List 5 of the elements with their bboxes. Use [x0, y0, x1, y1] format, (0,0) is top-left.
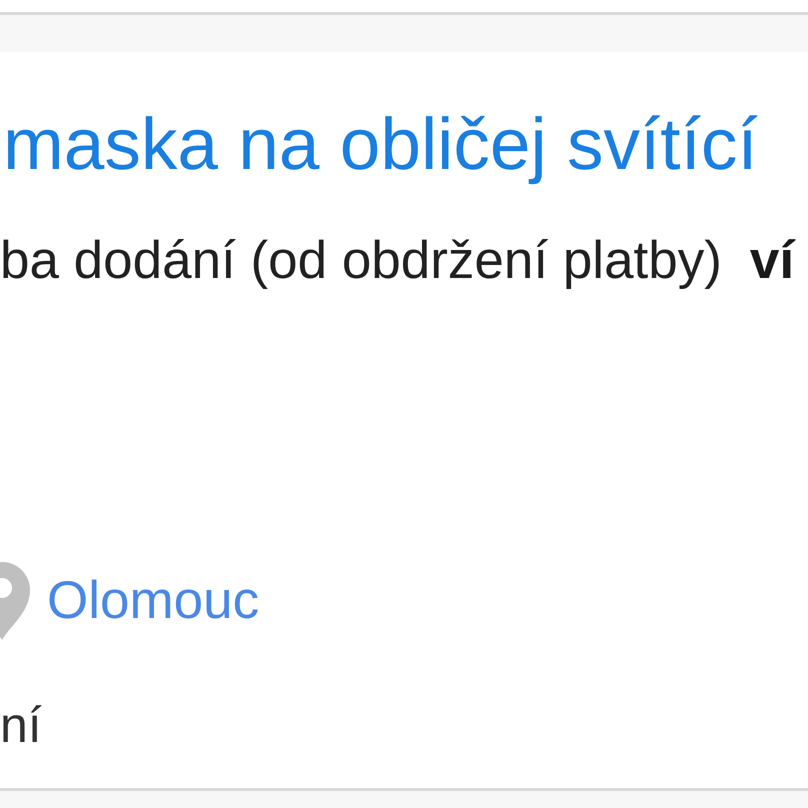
location-link[interactable]: Olomouc [47, 574, 260, 626]
delivery-time-label: ba dodání (od obdržení platby) [0, 234, 722, 287]
more-link[interactable]: ví [750, 234, 794, 287]
info-text: ní [0, 700, 43, 750]
location-pin-icon [0, 560, 30, 640]
